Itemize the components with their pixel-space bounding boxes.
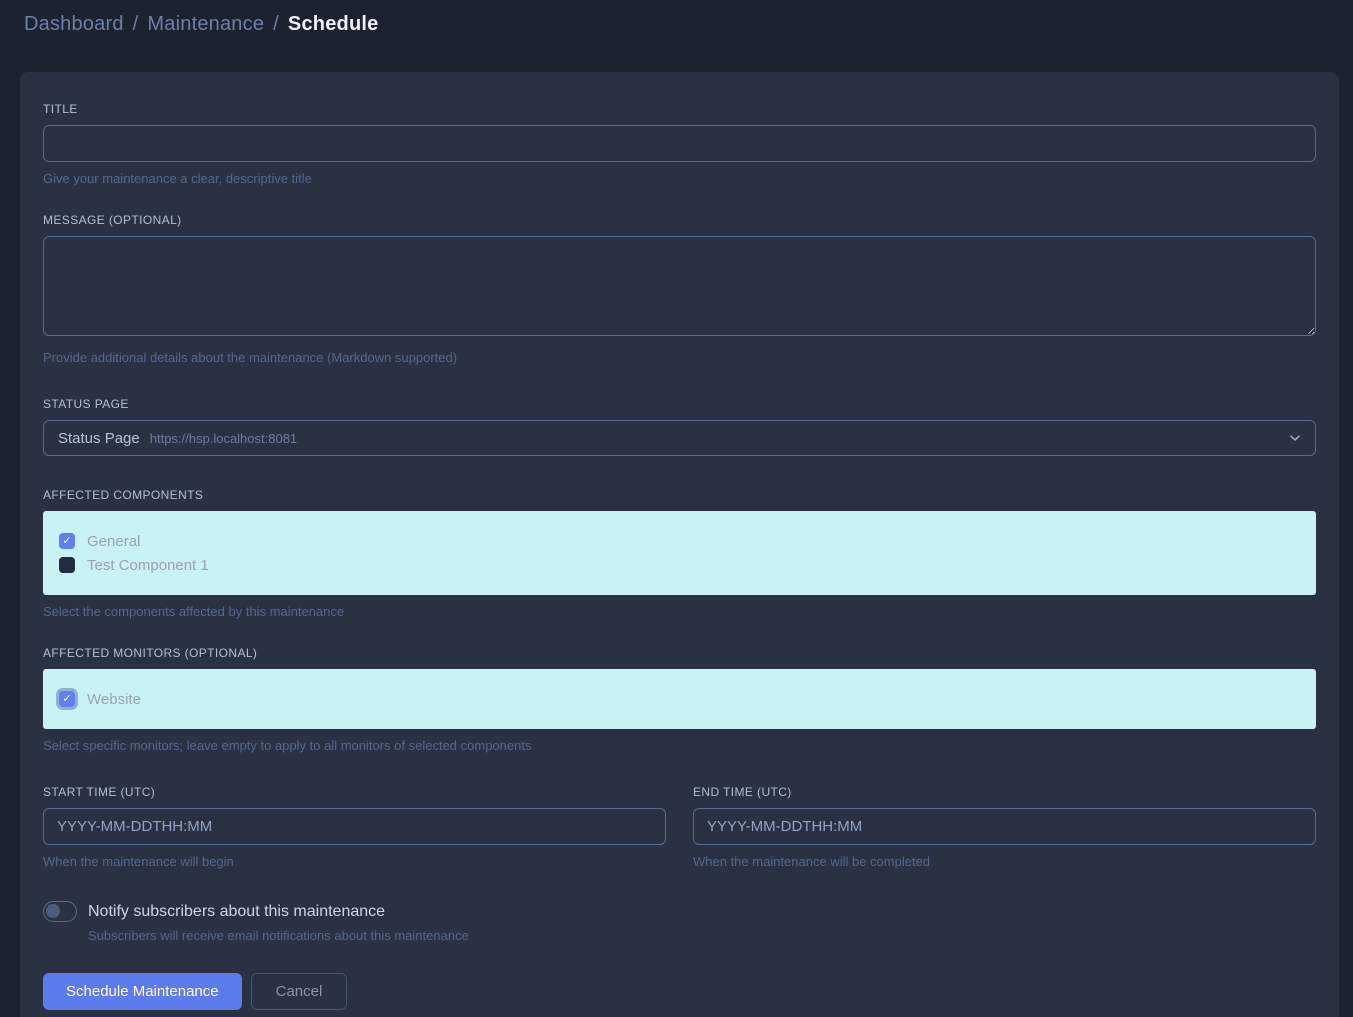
monitor-checkbox-row-website[interactable]: ✓ Website xyxy=(59,687,1300,711)
form-actions: Schedule Maintenance Cancel xyxy=(43,973,1316,1010)
top-bar: Dashboard / Maintenance / Schedule xyxy=(0,0,1353,48)
affected-monitors-group: AFFECTED MONITORS (OPTIONAL) ✓ Website S… xyxy=(43,646,1316,753)
message-helper: Provide additional details about the mai… xyxy=(43,350,1316,365)
title-helper: Give your maintenance a clear, descripti… xyxy=(43,171,1316,186)
checkbox-test-component-1[interactable]: ✓ xyxy=(59,557,75,573)
end-time-label: END TIME (UTC) xyxy=(693,785,1316,799)
checkbox-label-general: General xyxy=(87,533,140,550)
status-page-label: STATUS PAGE xyxy=(43,397,1316,411)
breadcrumb-dashboard[interactable]: Dashboard xyxy=(24,13,124,36)
start-time-helper: When the maintenance will begin xyxy=(43,854,666,869)
checkbox-general[interactable]: ✓ xyxy=(59,533,75,549)
title-input[interactable] xyxy=(43,125,1316,162)
component-checkbox-row-general[interactable]: ✓ General xyxy=(59,529,1300,553)
affected-components-group: AFFECTED COMPONENTS ✓ General ✓ Test Com… xyxy=(43,488,1316,619)
notify-toggle[interactable] xyxy=(43,901,77,922)
cancel-button[interactable]: Cancel xyxy=(251,973,348,1010)
affected-components-label: AFFECTED COMPONENTS xyxy=(43,488,1316,502)
status-page-select[interactable]: Status Page https://hsp.localhost:8081 xyxy=(43,420,1316,456)
title-label: TITLE xyxy=(43,102,1316,116)
checkmark-icon: ✓ xyxy=(62,694,71,705)
checkbox-label-website: Website xyxy=(87,691,141,708)
schedule-maintenance-form-card: TITLE Give your maintenance a clear, des… xyxy=(20,72,1339,1017)
affected-monitors-panel: ✓ Website xyxy=(43,669,1316,729)
affected-components-panel: ✓ General ✓ Test Component 1 xyxy=(43,511,1316,595)
notify-label: Notify subscribers about this maintenanc… xyxy=(88,903,385,921)
title-group: TITLE Give your maintenance a clear, des… xyxy=(43,102,1316,186)
notify-helper: Subscribers will receive email notificat… xyxy=(88,928,1316,943)
breadcrumb: Dashboard / Maintenance / Schedule xyxy=(24,13,378,36)
status-page-selected-url: https://hsp.localhost:8081 xyxy=(150,431,297,446)
time-row: START TIME (UTC) When the maintenance wi… xyxy=(43,785,1316,869)
breadcrumb-separator: / xyxy=(133,13,139,36)
component-checkbox-row-test-component-1[interactable]: ✓ Test Component 1 xyxy=(59,553,1300,577)
status-page-group: STATUS PAGE Status Page https://hsp.loca… xyxy=(43,397,1316,456)
checkmark-icon: ✓ xyxy=(62,536,71,547)
end-time-input[interactable] xyxy=(693,808,1316,845)
status-page-selected-name: Status Page xyxy=(58,430,140,447)
checkbox-label-test-component-1: Test Component 1 xyxy=(87,557,209,574)
start-time-label: START TIME (UTC) xyxy=(43,785,666,799)
breadcrumb-schedule: Schedule xyxy=(288,13,379,36)
affected-monitors-helper: Select specific monitors; leave empty to… xyxy=(43,738,1316,753)
notify-group: Notify subscribers about this maintenanc… xyxy=(43,901,1316,943)
toggle-knob xyxy=(46,904,60,918)
start-time-input[interactable] xyxy=(43,808,666,845)
breadcrumb-separator: / xyxy=(273,13,279,36)
start-time-group: START TIME (UTC) When the maintenance wi… xyxy=(43,785,666,869)
breadcrumb-maintenance[interactable]: Maintenance xyxy=(147,13,264,36)
end-time-group: END TIME (UTC) When the maintenance will… xyxy=(693,785,1316,869)
message-group: MESSAGE (OPTIONAL) Provide additional de… xyxy=(43,213,1316,365)
checkbox-website[interactable]: ✓ xyxy=(59,691,75,707)
schedule-maintenance-button[interactable]: Schedule Maintenance xyxy=(43,973,242,1010)
affected-monitors-label: AFFECTED MONITORS (OPTIONAL) xyxy=(43,646,1316,660)
chevron-down-icon xyxy=(1288,431,1302,445)
message-textarea[interactable] xyxy=(43,236,1316,336)
message-label: MESSAGE (OPTIONAL) xyxy=(43,213,1316,227)
notify-toggle-row: Notify subscribers about this maintenanc… xyxy=(43,901,1316,922)
affected-components-helper: Select the components affected by this m… xyxy=(43,604,1316,619)
end-time-helper: When the maintenance will be completed xyxy=(693,854,1316,869)
